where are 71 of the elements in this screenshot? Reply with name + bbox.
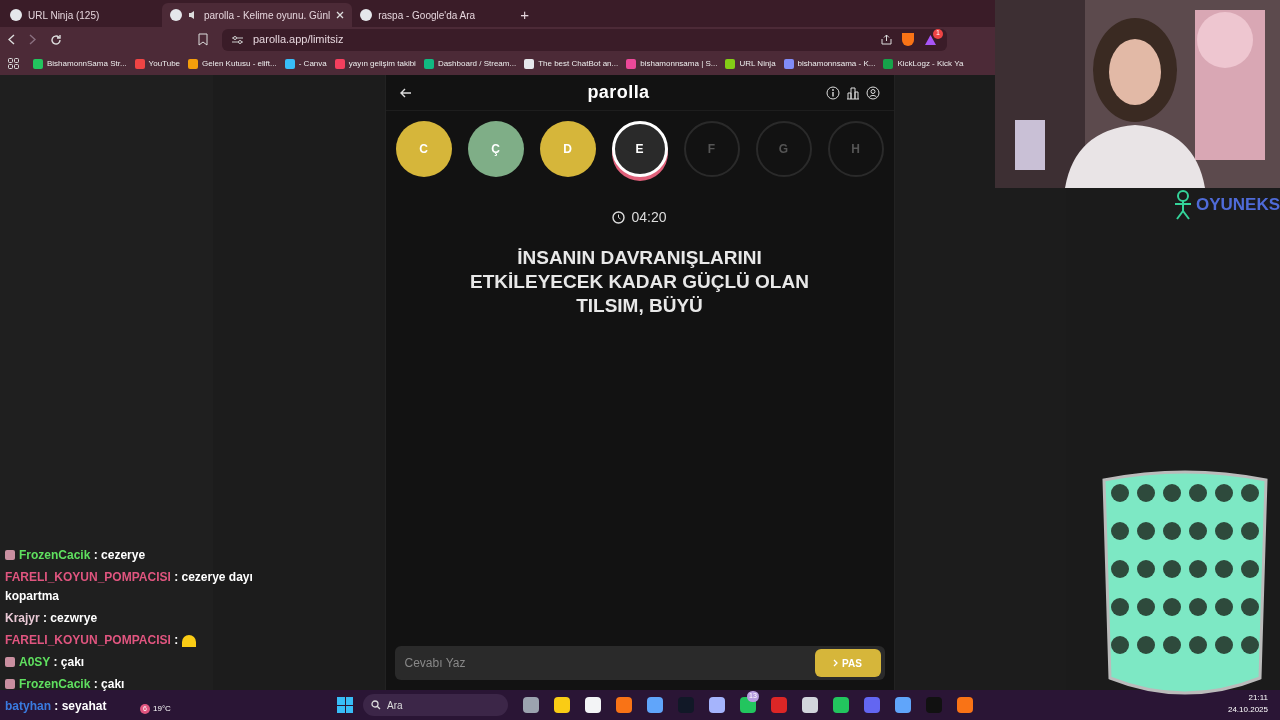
chevron-icon <box>833 659 839 667</box>
back-arrow-icon[interactable] <box>399 87 412 98</box>
app-title: parolla <box>586 81 651 104</box>
bookmark-favicon <box>524 58 535 69</box>
browser-tab[interactable]: URL Ninja (125) <box>2 3 162 27</box>
timer-text: 04:20 <box>631 208 667 227</box>
user-badge-icon <box>5 550 15 560</box>
weather-text: 19°C <box>153 703 171 715</box>
bookmark-favicon <box>334 58 345 69</box>
clock-date: 24.10.2025 <box>1227 704 1268 716</box>
bookmark-link[interactable]: bishamonnsama - K... <box>797 57 876 70</box>
bookmark-link[interactable]: Gelen Kutusu - elift... <box>202 57 277 70</box>
new-tab-button[interactable]: + <box>512 3 537 27</box>
clock-time: 21:11 <box>1248 692 1268 704</box>
share-icon[interactable] <box>881 34 892 45</box>
bookmark-favicon <box>626 58 637 69</box>
bookmark-link[interactable]: - Canva <box>298 57 327 70</box>
tab-title: parolla - Kelime oyunu. Günl <box>204 8 331 23</box>
search-icon <box>371 700 381 710</box>
bookmark-link[interactable]: Dashboard / Stream... <box>437 57 517 70</box>
stats-icon[interactable] <box>845 85 860 100</box>
chat-message: FrozenCacik : çakı <box>19 676 125 693</box>
bookmark-favicon <box>188 58 199 69</box>
bookmark-favicon <box>284 58 295 69</box>
bookmark-link[interactable]: BishamonnSama Str... <box>47 57 127 70</box>
chat-message: FrozenCacik : cezerye <box>19 547 146 564</box>
tab-title: raspa - Google'da Ara <box>378 8 477 23</box>
bookmark-favicon <box>783 58 794 69</box>
bookmark-link[interactable]: KickLogz - Kick Ya <box>897 57 964 70</box>
bookmark-favicon <box>134 58 145 69</box>
user-badge-icon <box>5 679 15 689</box>
figure-logo-icon <box>1172 190 1194 220</box>
bookmark-link[interactable]: The best ChatBot an... <box>538 57 619 70</box>
site-icon <box>360 9 373 21</box>
shield-icon[interactable] <box>902 33 914 46</box>
bookmark-link[interactable]: URL Ninja <box>739 57 776 70</box>
sliders-icon[interactable] <box>232 34 243 45</box>
search-text: Ara <box>387 698 403 713</box>
user-badge-icon <box>5 657 15 667</box>
clock-icon <box>612 211 626 224</box>
tab-title: URL Ninja (125) <box>28 8 101 23</box>
site-icon <box>170 9 182 21</box>
bookmark-link[interactable]: yayın gelişim takibi <box>348 57 416 70</box>
chat-message: A0SY : çakı <box>19 654 85 671</box>
bookmark-favicon <box>423 58 434 69</box>
chat-message: FARELI_KOYUN_POMPACISI : cezerye dayı kopartma <box>5 569 253 605</box>
brand-logo: OYUNEKS <box>1196 194 1280 217</box>
question-text: İNSANIN DAVRANIŞLARINI ETKİLEYECEK KADAR GÜÇLÜ OLAN TILSIM, BÜYÜ <box>469 246 810 318</box>
bookmark-favicon <box>725 58 736 69</box>
bookmark-favicon <box>33 58 43 69</box>
close-icon[interactable] <box>336 11 345 19</box>
info-icon[interactable] <box>825 85 840 100</box>
triangle-icon[interactable] <box>924 33 937 46</box>
back-icon[interactable] <box>8 34 15 45</box>
reload-icon[interactable] <box>50 33 62 46</box>
chat-message: Krajyr : cezwrye <box>5 610 98 627</box>
start-icon[interactable] <box>337 697 353 713</box>
site-icon <box>10 9 22 21</box>
search-field[interactable]: Ara <box>363 694 508 716</box>
profile-icon[interactable] <box>865 85 880 100</box>
forward-icon[interactable] <box>29 34 36 45</box>
browser-tab[interactable]: raspa - Google'da Ara <box>352 3 513 27</box>
bookmark-icon[interactable] <box>198 33 208 46</box>
bookmark-link[interactable]: YouTube <box>148 57 181 70</box>
chat-message: batyhan : seyahat <box>5 698 107 715</box>
apps-grid-icon[interactable] <box>8 58 19 69</box>
browser-tab[interactable]: parolla - Kelime oyunu. Günl <box>162 3 353 27</box>
bookmark-link[interactable]: bishamonnsama | S... <box>640 57 718 70</box>
chat-message: FARELI_KOYUN_POMPACISI : <box>5 631 197 650</box>
bookmark-favicon <box>883 58 894 69</box>
url-text: parolla.app/limitsiz <box>253 32 345 48</box>
